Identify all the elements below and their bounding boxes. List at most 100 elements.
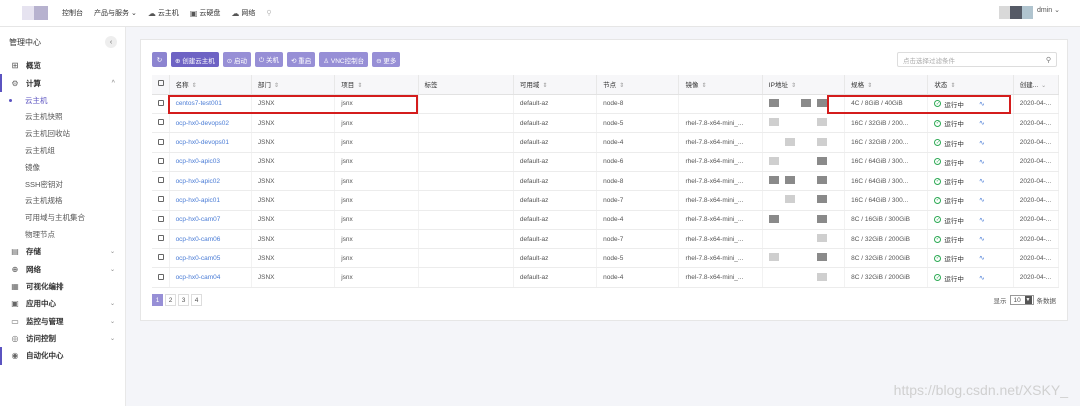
- monitor-pulse-icon[interactable]: ∿: [979, 196, 985, 204]
- start-button[interactable]: ⊙ 启动: [222, 52, 252, 67]
- instance-name-link[interactable]: ocp-hx0-apic03: [169, 152, 252, 172]
- more-button[interactable]: ⊖ 更多: [372, 52, 401, 67]
- monitor-pulse-icon[interactable]: ∿: [979, 139, 985, 147]
- col-project[interactable]: 项目 ⇕: [334, 75, 419, 95]
- cell-created: 2020-04-...: [1013, 248, 1060, 269]
- col-name[interactable]: 名称 ⇕: [169, 75, 252, 95]
- row-checkbox[interactable]: [152, 267, 170, 288]
- page-1-button[interactable]: 1: [152, 294, 163, 306]
- sidebar-sub-ssh-key[interactable]: SSH密钥对: [0, 176, 125, 193]
- row-checkbox[interactable]: [152, 248, 170, 269]
- sidebar-item-network[interactable]: ⊕ 网络 ⌄: [0, 260, 125, 277]
- table-row[interactable]: ocp-hx0-devops01 JSNX jsnx default-az node-4…: [152, 132, 1060, 153]
- row-checkbox[interactable]: [152, 94, 170, 115]
- sidebar-sub-flavor[interactable]: 云主机规格: [0, 193, 125, 210]
- sidebar-item-monitoring[interactable]: ▭ 监控与管理 ⌄: [0, 313, 125, 330]
- overview-icon: ⊞: [11, 61, 19, 71]
- cell-node: node-4: [596, 210, 680, 230]
- sidebar-item-overview[interactable]: ⊞ 概览: [0, 57, 125, 74]
- pin-icon[interactable]: ⚲: [266, 9, 271, 17]
- col-dept[interactable]: 部门 ⇕: [251, 75, 336, 95]
- row-checkbox[interactable]: [152, 132, 170, 153]
- sidebar-item-app-center[interactable]: ▣ 应用中心 ⌄: [0, 295, 125, 312]
- sidebar-sub-recycle[interactable]: 云主机回收站: [0, 125, 125, 142]
- instance-name-link[interactable]: ocp-hx0-cam05: [169, 248, 252, 269]
- logo[interactable]: [22, 6, 48, 20]
- sidebar-item-storage[interactable]: ▤ 存储 ⌄: [0, 243, 125, 260]
- monitor-pulse-icon[interactable]: ∿: [979, 119, 985, 127]
- username[interactable]: dmin ⌄: [1037, 6, 1060, 14]
- page-4-button[interactable]: 4: [191, 294, 202, 306]
- sidebar-item-orchestration[interactable]: ▦ 可视化编排: [0, 278, 125, 295]
- table-row[interactable]: ocp-hx0-devops02 JSNX jsnx default-az node-5…: [152, 113, 1060, 134]
- restart-button[interactable]: ⟲ 重启: [286, 52, 316, 67]
- monitor-pulse-icon[interactable]: ∿: [979, 177, 985, 185]
- cell-az: default-az: [513, 248, 598, 269]
- user-menu[interactable]: dmin ⌄: [999, 6, 1060, 19]
- cell-status: ✓ 运行中 ∿: [927, 132, 1014, 153]
- col-status[interactable]: 状态 ⇕: [927, 75, 1014, 95]
- cell-ip-redacted: [762, 248, 846, 269]
- monitor-pulse-icon[interactable]: ∿: [979, 235, 985, 243]
- instance-name-link[interactable]: ocp-hx0-devops02: [169, 113, 252, 134]
- instance-name-link[interactable]: ocp-hx0-devops01: [169, 132, 252, 153]
- row-checkbox[interactable]: [152, 229, 170, 250]
- page-2-button[interactable]: 2: [165, 294, 176, 306]
- cell-ip-redacted: [762, 152, 846, 172]
- sidebar-sub-snapshot[interactable]: 云主机快照: [0, 109, 125, 126]
- col-image[interactable]: 镜像 ⇕: [678, 75, 763, 95]
- sidebar-sub-physical-node[interactable]: 物理节点: [0, 226, 125, 243]
- nav-products[interactable]: 产品与服务 ⌄: [94, 8, 137, 18]
- cell-project: jsnx: [334, 190, 419, 211]
- shutdown-button[interactable]: ⏻ 关机: [255, 52, 283, 67]
- nav-console[interactable]: 控制台: [62, 8, 83, 18]
- sidebar-item-compute[interactable]: ⚙ 计算 ^: [0, 74, 125, 92]
- table-row[interactable]: ocp-hx0-apic01 JSNX jsnx default-az node-7 rh…: [152, 190, 1060, 211]
- sidebar-sub-host-group[interactable]: 云主机组: [0, 142, 125, 159]
- sidebar-sub-image[interactable]: 镜像: [0, 159, 125, 176]
- row-checkbox[interactable]: [152, 210, 170, 230]
- refresh-button[interactable]: ↻: [152, 52, 167, 67]
- filter-search-input[interactable]: 点击选择过滤条件 ⚲: [897, 52, 1057, 67]
- col-created[interactable]: 创建... ⌄: [1013, 75, 1060, 95]
- table-row[interactable]: ocp-hx0-cam06 JSNX jsnx default-az node-7 rhe…: [152, 229, 1060, 250]
- table-row[interactable]: ocp-hx0-apic02 JSNX jsnx default-az node-8 rh…: [152, 171, 1060, 192]
- sidebar-sub-cloud-host[interactable]: 云主机: [0, 92, 125, 109]
- table-row[interactable]: ocp-hx0-cam07 JSNX jsnx default-az node-4 rhe…: [152, 210, 1060, 230]
- col-node[interactable]: 节点 ⇕: [596, 75, 680, 95]
- collapse-icon[interactable]: ‹: [105, 36, 117, 48]
- table-row[interactable]: ocp-hx0-cam05 JSNX jsnx default-az node-5 rhe…: [152, 248, 1060, 269]
- row-checkbox[interactable]: [152, 152, 170, 172]
- col-ip[interactable]: IP地址 ⇕: [762, 75, 846, 95]
- vnc-console-button[interactable]: ♙ VNC控制台: [319, 52, 369, 67]
- table-row[interactable]: ocp-hx0-cam04 JSNX jsnx default-az node-4 rhe…: [152, 267, 1060, 288]
- instance-name-link[interactable]: ocp-hx0-cam07: [169, 210, 252, 230]
- monitor-pulse-icon[interactable]: ∿: [979, 216, 985, 224]
- select-all-checkbox[interactable]: [152, 75, 170, 95]
- create-instance-button[interactable]: ⊕ 创建云主机: [171, 52, 219, 67]
- instance-name-link[interactable]: ocp-hx0-cam06: [169, 229, 252, 250]
- col-spec[interactable]: 规格 ⇕: [844, 75, 929, 95]
- table-row[interactable]: ocp-hx0-apic03 JSNX jsnx default-az node-6 rh…: [152, 152, 1060, 172]
- sidebar-item-automation[interactable]: ◉ 自动化中心: [0, 347, 125, 365]
- row-checkbox[interactable]: [152, 171, 170, 192]
- monitor-pulse-icon[interactable]: ∿: [979, 274, 985, 282]
- row-checkbox[interactable]: [152, 190, 170, 211]
- page-size-select[interactable]: 10 ▼: [1009, 295, 1034, 305]
- instance-name-link[interactable]: ocp-hx0-apic02: [169, 171, 252, 192]
- instance-name-link[interactable]: ocp-hx0-apic01: [169, 190, 252, 211]
- nav-network[interactable]: ☁ 网络: [231, 8, 255, 18]
- redacted-ip-mosaic: [769, 137, 843, 146]
- sidebar-sub-az[interactable]: 可用域与主机集合: [0, 209, 125, 226]
- monitor-pulse-icon[interactable]: ∿: [979, 158, 985, 166]
- row-checkbox[interactable]: [152, 113, 170, 134]
- sidebar-item-access-control[interactable]: ◎ 访问控制 ⌄: [0, 330, 125, 347]
- search-placeholder: 点击选择过滤条件: [903, 57, 955, 65]
- col-az[interactable]: 可用域 ⇕: [513, 75, 598, 95]
- instance-name-link[interactable]: ocp-hx0-cam04: [169, 267, 252, 288]
- page-3-button[interactable]: 3: [178, 294, 189, 306]
- monitor-pulse-icon[interactable]: ∿: [979, 254, 985, 262]
- nav-cloud-host[interactable]: ☁ 云主机: [148, 8, 179, 18]
- nav-cloud-disk[interactable]: ▣ 云硬盘: [190, 8, 221, 18]
- search-icon[interactable]: ⚲: [1046, 56, 1051, 64]
